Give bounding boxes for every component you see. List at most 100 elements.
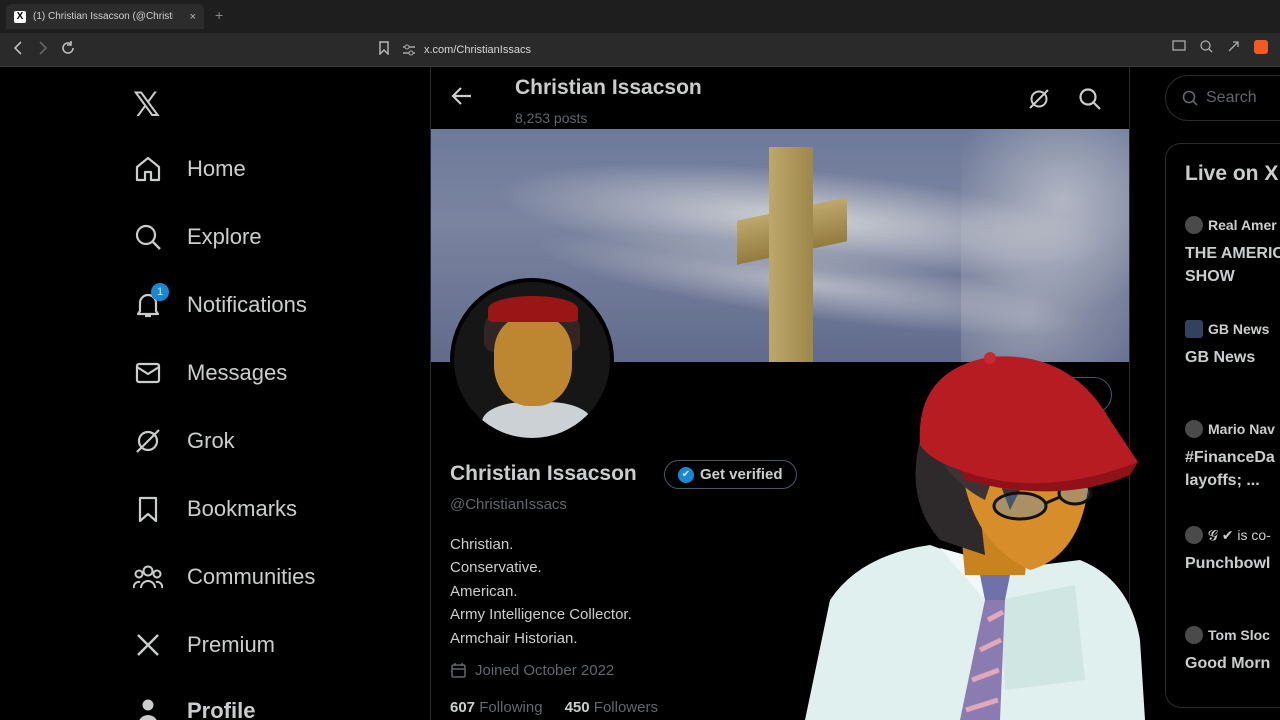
followers-link[interactable]: 450 Followers xyxy=(565,699,658,716)
x-icon xyxy=(133,630,163,660)
live-topic: Punchbowl xyxy=(1185,555,1271,572)
live-item[interactable]: Mario Nav #FinanceDa layoffs; ... xyxy=(1185,420,1280,492)
live-host: Mario Nav xyxy=(1208,421,1275,437)
notification-badge: 1 xyxy=(151,283,169,301)
browser-tab[interactable]: X (1) Christian Issacson (@ChristianIssa… xyxy=(6,4,204,29)
people-icon xyxy=(133,562,163,592)
nav-item-communities[interactable]: Communities xyxy=(133,562,315,592)
joined-text: Joined October 2022 xyxy=(475,662,615,679)
tab-title: (1) Christian Issacson (@ChristianIssacs xyxy=(33,11,173,22)
back-icon[interactable] xyxy=(12,41,24,58)
followers-label: Followers xyxy=(593,699,658,716)
nav-label-explore: Explore xyxy=(187,224,262,249)
live-item[interactable]: 𝓖 ✔ is co- Punchbowl xyxy=(1185,526,1271,575)
nav-item-grok[interactable]: Grok xyxy=(133,426,235,456)
left-navigation: 𝕏 Home Explore 1 Notifications Messages … xyxy=(0,67,430,720)
share-icon[interactable] xyxy=(1227,40,1240,53)
profile-name: Christian Issacson xyxy=(450,462,637,485)
nav-label-home: Home xyxy=(187,156,246,181)
nav-item-profile[interactable]: Profile xyxy=(133,696,255,720)
cross-vertical xyxy=(769,147,813,362)
header-post-count: 8,253 posts xyxy=(515,110,588,126)
live-item[interactable]: Real Amer THE AMERIC SHOW xyxy=(1185,216,1280,288)
nav-label-grok: Grok xyxy=(187,428,235,453)
follow-stats: 607 Following 450 Followers xyxy=(450,699,658,716)
banner-clouds xyxy=(961,129,1129,362)
person-icon xyxy=(133,696,163,720)
bookmark-page-icon[interactable] xyxy=(378,41,390,58)
browser-address-bar: x.com/ChristianIssacs xyxy=(0,33,1280,67)
nav-item-messages[interactable]: Messages xyxy=(133,358,287,388)
live-topic: GB News xyxy=(1185,349,1256,366)
live-topic: Good Morn xyxy=(1185,655,1271,672)
profile-search-icon[interactable] xyxy=(1078,87,1102,116)
grok-profile-icon[interactable] xyxy=(1027,87,1051,116)
bio-line: Army Intelligence Collector. xyxy=(450,606,632,624)
x-favicon-icon: X xyxy=(14,10,26,23)
site-settings-icon[interactable] xyxy=(402,44,416,56)
live-item[interactable]: GB News GB News xyxy=(1185,320,1269,369)
nav-item-bookmarks[interactable]: Bookmarks xyxy=(133,494,297,524)
search-icon xyxy=(133,222,163,252)
live-item[interactable]: Tom Sloc Good Morn xyxy=(1185,626,1270,675)
nav-item-home[interactable]: Home xyxy=(133,154,246,184)
live-on-x-panel: Live on X Real Amer THE AMERIC SHOW GB N… xyxy=(1165,143,1280,708)
following-link[interactable]: 607 Following xyxy=(450,699,543,716)
joined-date: Joined October 2022 xyxy=(450,662,614,679)
following-label: Following xyxy=(479,699,543,716)
nav-label-bookmarks: Bookmarks xyxy=(187,496,298,521)
search-input[interactable]: Search xyxy=(1165,75,1280,121)
url-text: x.com/ChristianIssacs xyxy=(424,44,531,56)
nav-label-communities: Communities xyxy=(187,564,316,589)
host-avatar xyxy=(1185,420,1203,438)
back-arrow-icon[interactable] xyxy=(451,85,473,113)
zoom-icon[interactable] xyxy=(1200,40,1213,53)
url-field[interactable]: x.com/ChristianIssacs xyxy=(402,38,1272,62)
cast-icon[interactable] xyxy=(1172,40,1186,52)
live-host: Real Amer xyxy=(1208,217,1277,233)
profile-header: Christian Issacson 8,253 posts xyxy=(431,67,1129,129)
bio-line: American. xyxy=(450,582,518,600)
avatar-shirt xyxy=(482,402,592,438)
grok-icon xyxy=(133,426,163,456)
bio-line: Christian. xyxy=(450,536,514,553)
host-avatar xyxy=(1185,216,1203,234)
bookmark-icon xyxy=(133,494,163,524)
avatar-face xyxy=(494,316,572,406)
nav-item-premium[interactable]: Premium xyxy=(133,630,275,660)
bio-line: Conservative. xyxy=(450,559,542,577)
bio-line: Armchair Historian. xyxy=(450,629,578,647)
get-verified-button[interactable]: ✔ Get verified xyxy=(664,460,797,489)
x-logo-icon[interactable]: 𝕏 xyxy=(133,85,160,125)
bell-icon: 1 xyxy=(133,283,169,320)
host-avatar xyxy=(1185,320,1203,338)
following-count: 607 xyxy=(450,699,476,716)
new-tab-button[interactable]: + xyxy=(215,7,223,23)
live-topic: THE AMERIC SHOW xyxy=(1185,245,1280,285)
reload-icon[interactable] xyxy=(61,41,75,58)
live-panel-title: Live on X xyxy=(1185,162,1279,185)
header-name: Christian Issacson xyxy=(515,76,702,99)
profile-bio: Christian. Conservative. American. Army … xyxy=(450,533,632,650)
verified-check-icon: ✔ xyxy=(678,466,694,483)
followers-count: 450 xyxy=(564,699,590,716)
tab-close-icon[interactable]: × xyxy=(190,11,196,23)
nav-label-notifications: Notifications xyxy=(187,292,307,317)
brave-shield-icon[interactable] xyxy=(1254,40,1268,54)
nav-item-notifications[interactable]: 1 Notifications xyxy=(133,283,307,320)
profile-column: Christian Issacson 8,253 posts Christian… xyxy=(430,67,1130,720)
nav-label-profile: Profile xyxy=(187,698,256,720)
search-placeholder: Search xyxy=(1206,89,1257,106)
profile-handle: @ChristianIssacs xyxy=(450,496,567,513)
host-avatar xyxy=(1185,526,1203,544)
avatar[interactable] xyxy=(450,278,614,442)
search-icon xyxy=(1182,90,1198,106)
envelope-icon xyxy=(133,358,163,388)
nav-item-explore[interactable]: Explore xyxy=(133,222,262,252)
live-topic: #FinanceDa layoffs; ... xyxy=(1185,449,1275,489)
right-sidebar: Search Live on X Real Amer THE AMERIC SH… xyxy=(1130,67,1280,720)
nav-label-messages: Messages xyxy=(187,360,288,385)
edit-profile-button[interactable] xyxy=(1012,377,1112,413)
forward-icon[interactable] xyxy=(37,41,49,58)
live-host: GB News xyxy=(1208,321,1270,337)
